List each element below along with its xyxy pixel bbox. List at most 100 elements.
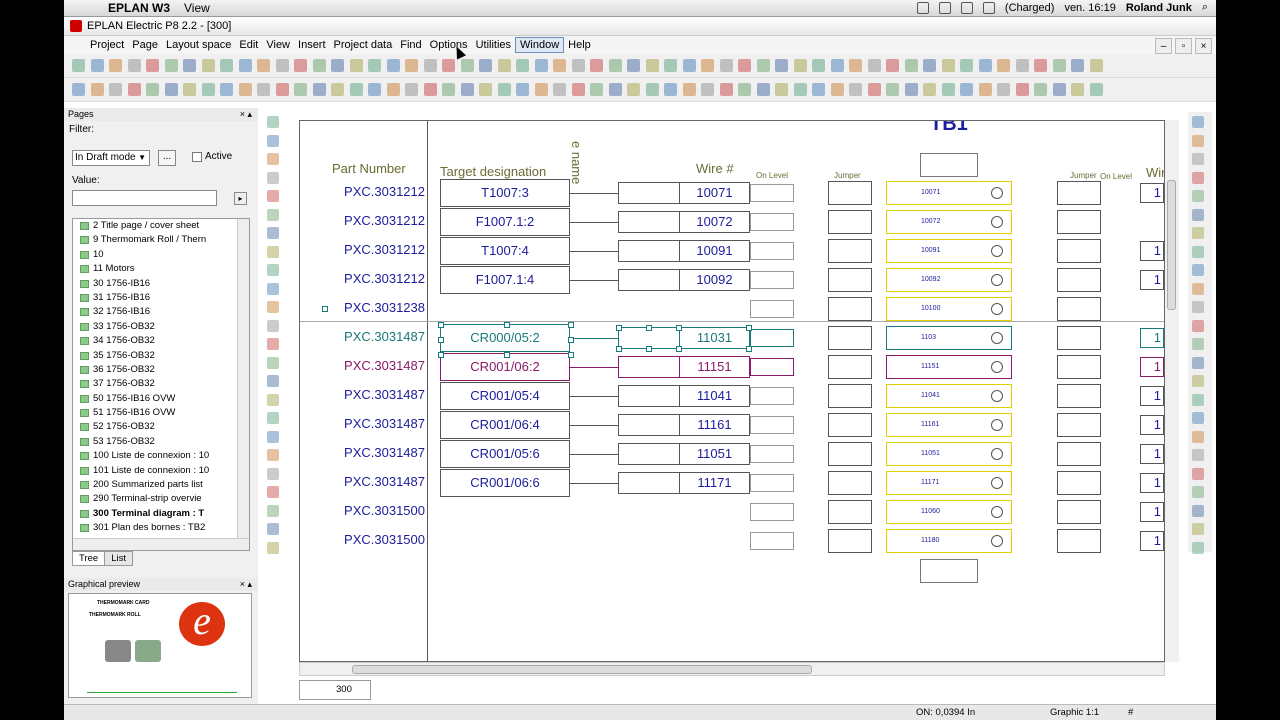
tree-page-item[interactable]: 32 1756-IB16 (73, 305, 249, 319)
tree-page-item[interactable]: 9 Thermomark Roll / Thern (73, 233, 249, 247)
toolbar-icon[interactable] (923, 59, 936, 72)
drawing-tool-icon[interactable] (267, 171, 279, 184)
toolbar-icon[interactable] (960, 59, 973, 72)
drawing-tool-icon[interactable] (267, 430, 279, 443)
toolbar-icon[interactable] (941, 59, 955, 72)
menu-help[interactable]: Help (564, 38, 595, 52)
filter-more-button[interactable]: ... (158, 150, 176, 166)
selection-handle[interactable] (568, 322, 574, 328)
toolbar-icon[interactable] (405, 59, 418, 72)
drawing-tool-icon[interactable] (267, 301, 279, 313)
scrollbar-thumb[interactable] (352, 665, 812, 674)
toolbar-icon[interactable] (423, 83, 437, 96)
toolbar-icon[interactable] (127, 83, 141, 96)
toolbar-icon[interactable] (386, 59, 400, 72)
preview-close-icon[interactable]: × ▴ (240, 578, 252, 591)
value-apply-button[interactable]: ▸ (234, 192, 247, 205)
toolbar-icon[interactable] (146, 83, 159, 96)
terminal-cell[interactable]: 11041 (886, 384, 1012, 408)
tree-page-item[interactable]: 101 Liste de connexion : 10 (73, 464, 249, 478)
terminal-cell[interactable]: 11161 (886, 413, 1012, 437)
selection-handle[interactable] (746, 346, 752, 352)
toolbar-icon[interactable] (312, 59, 326, 72)
toolbar-icon[interactable] (220, 83, 233, 96)
drawing-tool-icon[interactable] (1192, 486, 1204, 498)
target-designation-cell[interactable]: CR001/05:6 (440, 440, 570, 468)
toolbar-icon[interactable] (571, 83, 585, 96)
toolbar-icon[interactable] (183, 59, 196, 72)
drawing-tool-icon[interactable] (1192, 375, 1204, 387)
terminal-cell[interactable]: 11060 (886, 500, 1012, 524)
tree-page-item[interactable]: 301 Plan des bornes : TB2 (73, 521, 249, 535)
tree-page-item[interactable]: 31 1756-IB16 (73, 291, 249, 305)
drawing-tool-icon[interactable] (267, 449, 279, 461)
toolbar-icon[interactable] (682, 59, 696, 72)
menu-utilities[interactable]: Utilities (472, 38, 515, 52)
toolbar-icon[interactable] (997, 59, 1010, 72)
wire-cell[interactable]: 11161 (618, 414, 750, 436)
selection-handle[interactable] (616, 346, 622, 352)
tree-horizontal-scrollbar[interactable] (73, 538, 249, 550)
drawing-tool-icon[interactable] (1192, 190, 1204, 202)
selection-handle[interactable] (438, 352, 444, 358)
drawing-canvas[interactable]: TB1 e name Part Number Target designatio… (299, 120, 1165, 662)
toolbar-icon[interactable] (867, 59, 881, 72)
toolbar-icon[interactable] (608, 83, 622, 96)
menu-window[interactable]: Window (515, 37, 565, 53)
drawing-tool-icon[interactable] (267, 412, 279, 424)
selection-handle[interactable] (438, 337, 444, 343)
filter-select[interactable]: In Draft mode ▼ (72, 150, 150, 166)
toolbar-icon[interactable] (590, 59, 603, 72)
toolbar-icon[interactable] (1071, 59, 1084, 72)
terminal-cell[interactable]: 10100 (886, 297, 1012, 321)
selection-handle[interactable] (568, 337, 574, 343)
drawing-tool-icon[interactable] (267, 134, 279, 147)
toolbar-icon[interactable] (460, 59, 474, 72)
tree-page-item[interactable]: 50 1756-IB16 OVW (73, 392, 249, 406)
tree-page-item[interactable]: 36 1756-OB32 (73, 363, 249, 377)
toolbar-icon[interactable] (109, 83, 122, 96)
toolbar-icon[interactable] (331, 59, 344, 72)
selection-handle[interactable] (746, 325, 752, 331)
drawing-tool-icon[interactable] (267, 467, 279, 480)
scrollbar-thumb[interactable] (1167, 180, 1176, 310)
drawing-tool-icon[interactable] (267, 504, 279, 517)
toolbar-icon[interactable] (590, 83, 603, 96)
page-tab-300[interactable]: 300 (299, 680, 371, 700)
selection-handle[interactable] (504, 352, 510, 358)
toolbar-icon[interactable] (1034, 59, 1047, 72)
toolbar-icon[interactable] (997, 83, 1010, 96)
toolbar-icon[interactable] (220, 59, 233, 72)
terminal-cell[interactable]: 1103 (886, 326, 1012, 350)
restore-doc-button[interactable]: ▫ (1175, 38, 1192, 54)
toolbar-icon[interactable] (201, 83, 215, 96)
tree-page-item[interactable]: 2 Title page / cover sheet (73, 219, 249, 233)
toolbar-icon[interactable] (238, 83, 252, 96)
toolbar-icon[interactable] (756, 59, 770, 72)
toolbar-icon[interactable] (1052, 59, 1066, 72)
toolbar-icon[interactable] (386, 83, 400, 96)
drawing-tool-icon[interactable] (1192, 245, 1204, 258)
toolbar-icon[interactable] (349, 59, 363, 72)
value-input[interactable] (72, 190, 217, 206)
tree-page-item[interactable]: 37 1756-OB32 (73, 377, 249, 391)
drawing-tool-icon[interactable] (267, 282, 279, 295)
toolbar-icon[interactable] (849, 83, 862, 96)
selection-handle[interactable] (568, 352, 574, 358)
target-designation-cell[interactable]: T1007:4 (440, 237, 570, 265)
toolbar-icon[interactable] (534, 83, 548, 96)
tree-page-item[interactable]: 290 Terminal-strip overvie (73, 492, 249, 506)
toolbar-icon[interactable] (312, 83, 326, 96)
terminal-cell[interactable]: 10091 (886, 239, 1012, 263)
toolbar-icon[interactable] (682, 83, 696, 96)
wire-cell[interactable]: 10092 (618, 269, 750, 291)
menu-layout-space[interactable]: Layout space (162, 38, 235, 52)
toolbar-icon[interactable] (479, 59, 492, 72)
menu-project-data[interactable]: Project data (330, 38, 397, 52)
toolbar-icon[interactable] (664, 83, 677, 96)
drawing-tool-icon[interactable] (1192, 393, 1204, 406)
wire-cell[interactable]: 11151 (618, 356, 750, 378)
toolbar-icon[interactable] (812, 59, 825, 72)
tree-vertical-scrollbar[interactable] (237, 219, 249, 550)
drawing-tool-icon[interactable] (1192, 134, 1204, 147)
